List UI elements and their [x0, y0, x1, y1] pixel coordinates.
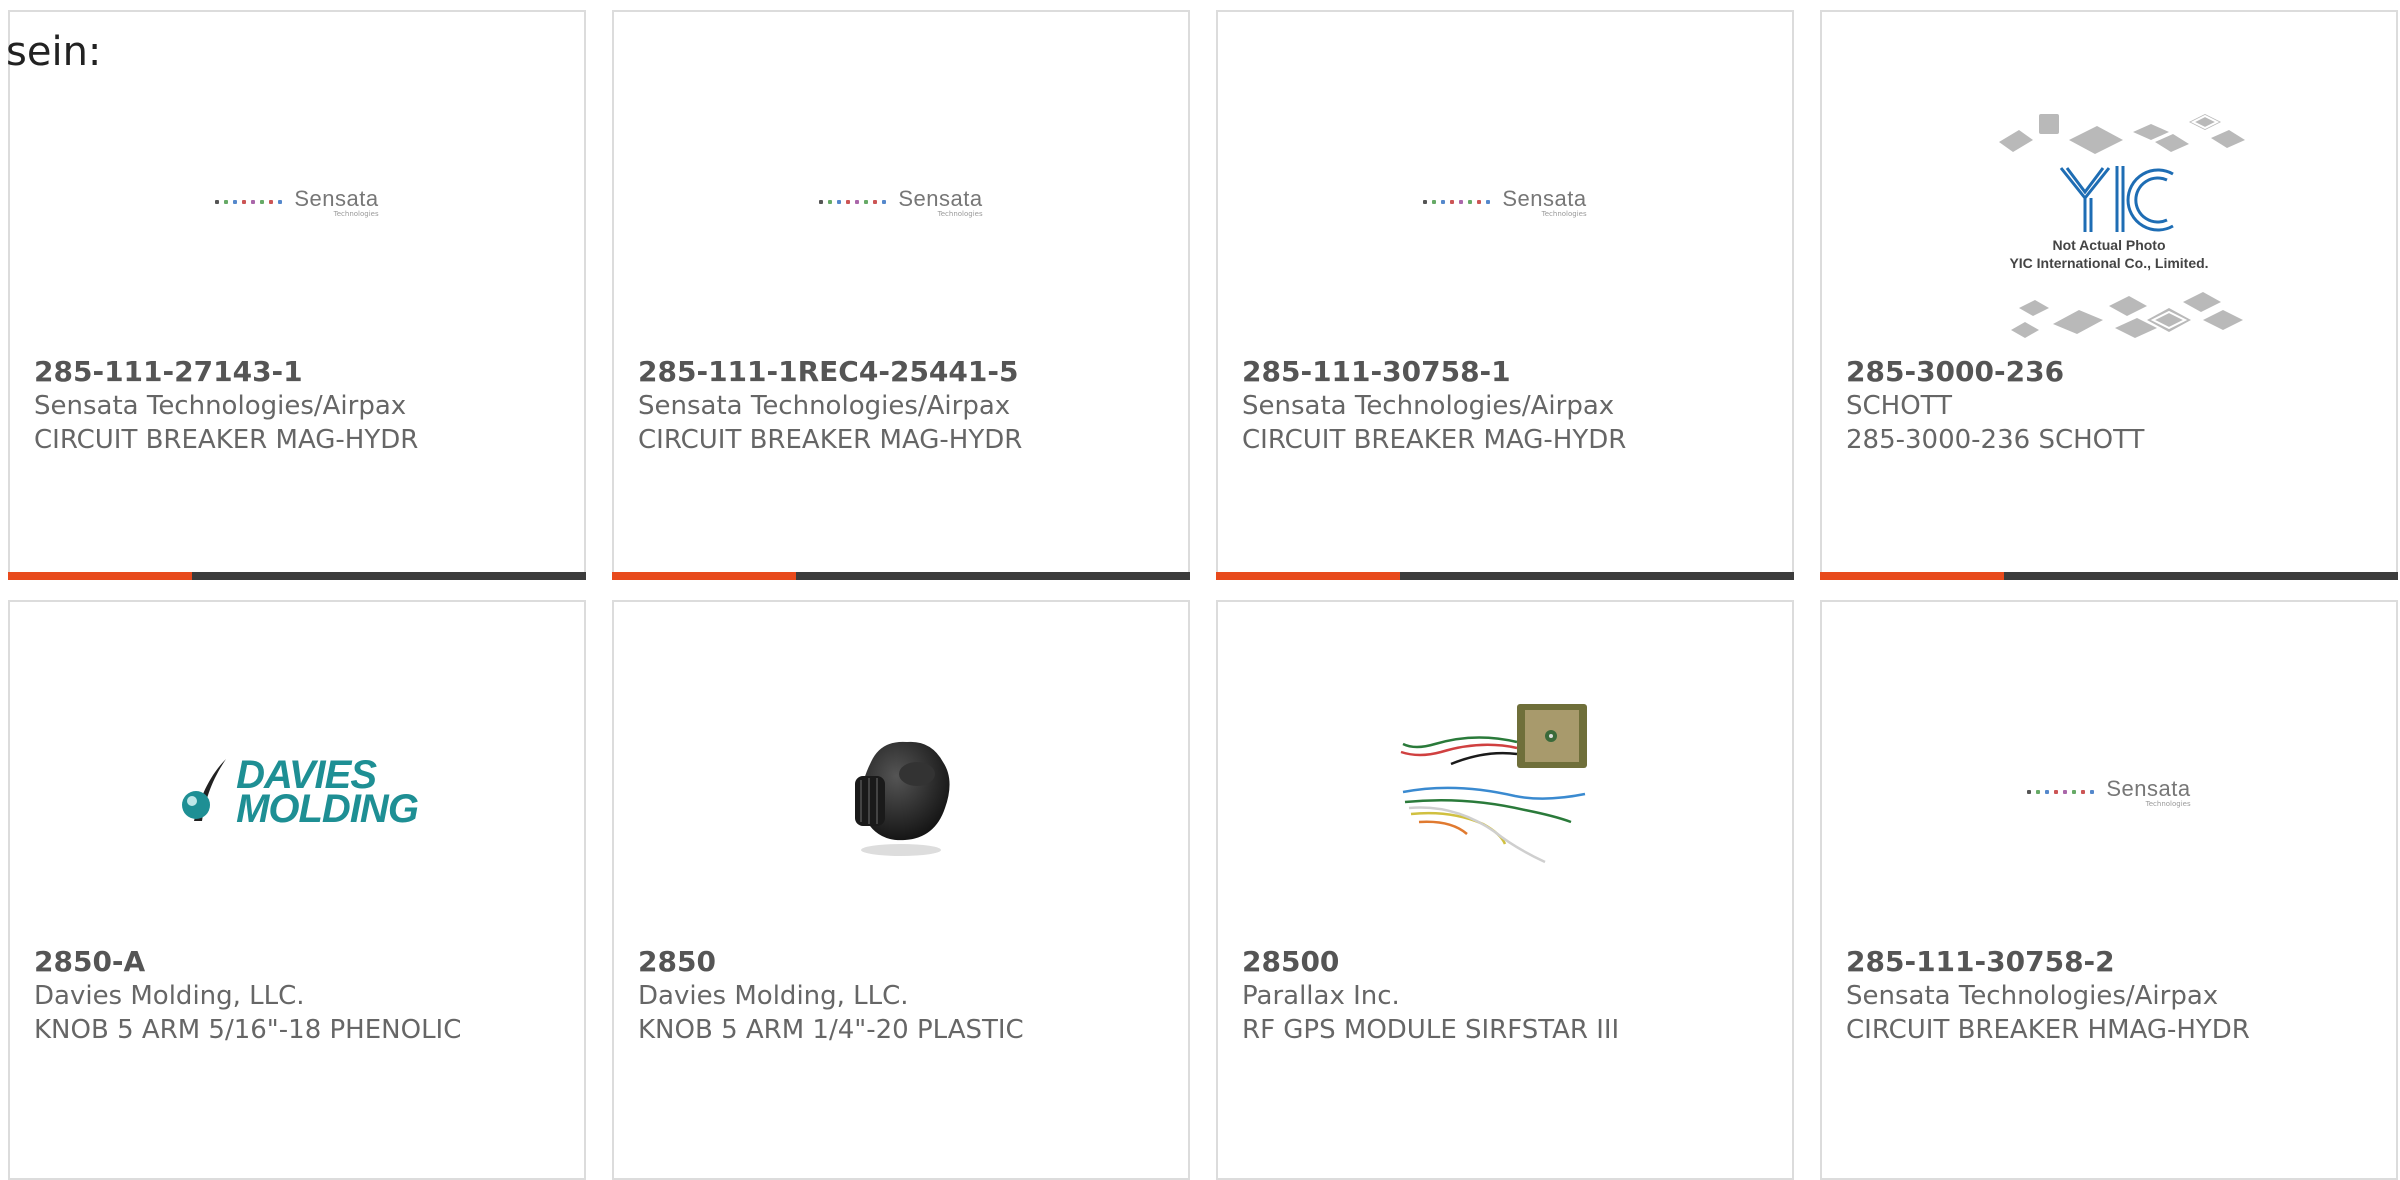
card-bottom-bar — [8, 572, 586, 580]
product-card[interactable]: Sensata Technologies 285-111-30758-2 Sens… — [1820, 600, 2398, 1180]
sensata-logo: Sensata Technologies — [215, 186, 379, 218]
product-card[interactable]: Sensata Technologies 285-111-30758-1 Sens… — [1216, 10, 1794, 580]
part-number[interactable]: 285-111-30758-2 — [1846, 945, 2386, 979]
section-heading: sein: — [6, 29, 102, 75]
part-number[interactable]: 2850-A — [34, 945, 574, 979]
part-number[interactable]: 285-111-30758-1 — [1242, 355, 1782, 389]
description: RF GPS MODULE SIRFSTAR III — [1242, 1015, 1620, 1045]
product-image[interactable] — [614, 642, 1188, 942]
card-bottom-bar — [1820, 572, 2398, 580]
card-accent — [8, 572, 192, 580]
description: CIRCUIT BREAKER HMAG-HYDR — [1846, 1015, 2250, 1045]
davies-molding-logo: DAVIES MOLDING — [176, 755, 419, 829]
yic-placeholder-image: Not Actual Photo YIC International Co., … — [1999, 114, 2245, 338]
description: CIRCUIT BREAKER MAG-HYDR — [638, 425, 1023, 455]
manufacturer: Sensata Technologies/Airpax — [1242, 391, 1615, 421]
knob-photo — [855, 741, 950, 856]
sensata-logo: Sensata Technologies — [819, 186, 983, 218]
product-image[interactable] — [1218, 642, 1792, 942]
description: KNOB 5 ARM 5/16"-18 PHENOLIC — [34, 1015, 462, 1045]
product-image[interactable]: Sensata Technologies — [1218, 52, 1792, 352]
davies-swoosh-icon — [182, 759, 227, 821]
yic-text-line1: Not Actual Photo — [2052, 237, 2165, 253]
manufacturer: Davies Molding, LLC. — [638, 981, 909, 1011]
sensata-logo: Sensata Technologies — [1423, 186, 1587, 218]
product-card[interactable]: DAVIES MOLDING 2850-A Davies Molding, LL… — [8, 600, 586, 1180]
card-accent — [612, 572, 796, 580]
manufacturer: Sensata Technologies/Airpax — [1846, 981, 2219, 1011]
gps-module-photo — [1400, 704, 1587, 864]
product-image[interactable]: Sensata Technologies — [614, 52, 1188, 352]
card-bottom-bar — [1216, 572, 1794, 580]
description: CIRCUIT BREAKER MAG-HYDR — [1242, 425, 1627, 455]
part-number[interactable]: 285-111-27143-1 — [34, 355, 574, 389]
product-card[interactable]: 2850 Davies Molding, LLC. KNOB 5 ARM 1/4… — [612, 600, 1190, 1180]
description: KNOB 5 ARM 1/4"-20 PLASTIC — [638, 1015, 1024, 1045]
manufacturer: Davies Molding, LLC. — [34, 981, 305, 1011]
description: CIRCUIT BREAKER MAG-HYDR — [34, 425, 419, 455]
card-accent — [1216, 572, 1400, 580]
part-number[interactable]: 285-111-1REC4-25441-5 — [638, 355, 1178, 389]
manufacturer: Parallax Inc. — [1242, 981, 1400, 1011]
manufacturer: Sensata Technologies/Airpax — [34, 391, 407, 421]
manufacturer: Sensata Technologies/Airpax — [638, 391, 1011, 421]
product-card[interactable]: 28500 Parallax Inc. RF GPS MODULE SIRFST… — [1216, 600, 1794, 1180]
card-accent — [1820, 572, 2004, 580]
part-number[interactable]: 285-3000-236 — [1846, 355, 2386, 389]
part-number[interactable]: 28500 — [1242, 945, 1782, 979]
product-image[interactable]: Not Actual Photo YIC International Co., … — [1822, 102, 2396, 352]
product-card[interactable]: Sensata Technologies 285-111-1REC4-25441-… — [612, 10, 1190, 580]
product-grid: Sensata Technologies 285-111-27143-1 Sens… — [8, 10, 2400, 1180]
description: 285-3000-236 SCHOTT — [1846, 425, 2145, 455]
part-number[interactable]: 2850 — [638, 945, 1178, 979]
product-image[interactable]: Sensata Technologies — [10, 52, 584, 352]
yic-text-line2: YIC International Co., Limited. — [2009, 255, 2208, 271]
product-image[interactable]: DAVIES MOLDING — [10, 642, 584, 942]
card-bottom-bar — [612, 572, 1190, 580]
product-card[interactable]: Not Actual Photo YIC International Co., … — [1820, 10, 2398, 580]
product-image[interactable]: Sensata Technologies — [1822, 642, 2396, 942]
manufacturer: SCHOTT — [1846, 391, 1952, 421]
sensata-logo: Sensata Technologies — [2027, 776, 2191, 808]
product-card[interactable]: Sensata Technologies 285-111-27143-1 Sens… — [8, 10, 586, 580]
